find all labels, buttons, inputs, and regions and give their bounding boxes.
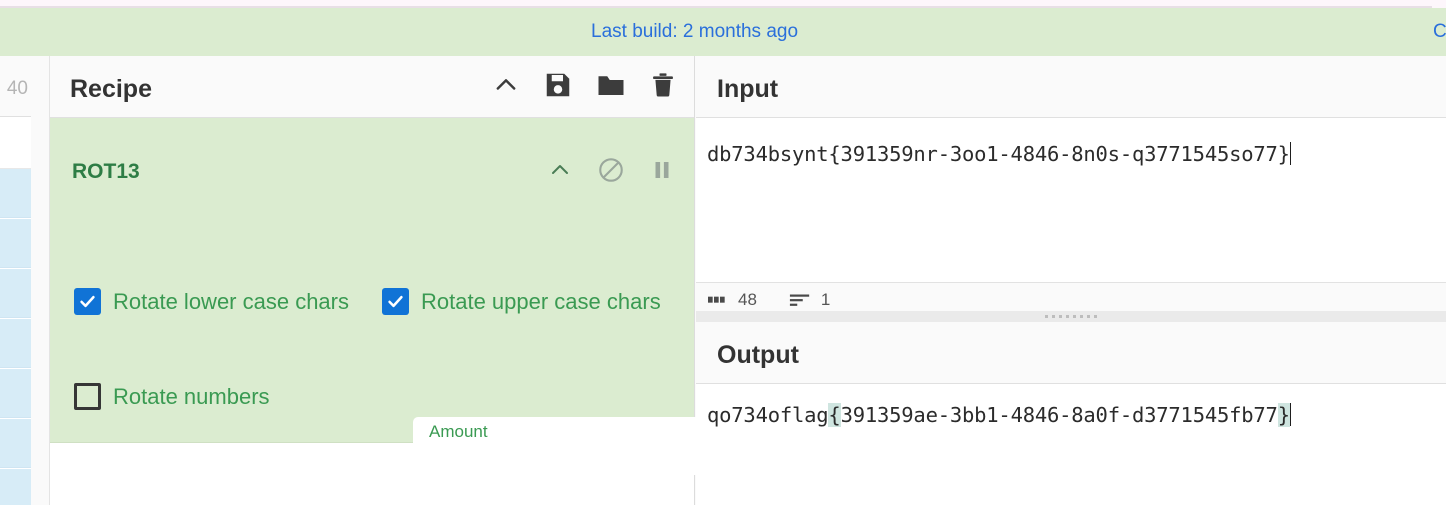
output-open-brace: { [828, 403, 841, 427]
cyberchef-app: Last build: 2 months ago C 40 Recipe ROT… [0, 0, 1446, 505]
operations-category-header[interactable] [0, 117, 31, 169]
arg-label: Rotate numbers [113, 383, 270, 409]
clear-trash-icon[interactable] [649, 71, 677, 99]
output-title: Output [717, 341, 799, 369]
amount-label: Amount [429, 422, 488, 441]
collapse-chevron-up-icon[interactable] [492, 71, 520, 99]
recipe-operation-rot13[interactable]: ROT13 Rotate lower case chars Rotate upp… [50, 118, 723, 475]
operations-list-item[interactable] [0, 319, 31, 368]
arg-rotate-upper-case[interactable]: Rotate upper case chars [382, 288, 661, 315]
input-lines-value: 1 [820, 290, 831, 309]
output-prefix: qo734oflag [707, 403, 829, 427]
page-top-strip [0, 0, 1446, 8]
disable-operation-icon[interactable] [597, 156, 625, 184]
checkbox-checked-icon[interactable] [74, 288, 101, 315]
breakpoint-pause-icon[interactable] [650, 158, 674, 182]
operations-list-item[interactable] [0, 219, 31, 268]
arg-label: Rotate upper case chars [421, 288, 661, 314]
operations-list-item[interactable] [0, 419, 31, 468]
input-value[interactable]: db734bsynt{391359nr-3oo1-4846-8n0s-q3771… [707, 142, 1290, 166]
recipe-panel: Recipe ROT13 Rotate lower case chars Rot… [49, 56, 723, 505]
output-close-brace: } [1277, 403, 1290, 427]
arg-label: Rotate lower case chars [113, 288, 349, 314]
abc-length-icon [708, 296, 725, 303]
output-header: Output [696, 322, 1446, 384]
operation-title: ROT13 [72, 160, 140, 183]
operations-list-item[interactable] [0, 469, 31, 505]
checkbox-unchecked-icon[interactable] [74, 383, 101, 410]
operation-collapse-icon[interactable] [548, 158, 572, 182]
input-editor[interactable]: db734bsynt{391359nr-3oo1-4846-8n0s-q3771… [696, 118, 1446, 282]
output-text[interactable]: qo734oflag{391359ae-3bb1-4846-8a0f-d3771… [707, 403, 1446, 427]
operations-list-item[interactable] [0, 369, 31, 418]
output-cursor [1289, 403, 1292, 426]
operation-toolbar [548, 156, 674, 184]
operations-scrollbar-track[interactable] [31, 56, 80, 505]
input-header: Input [696, 56, 1446, 118]
input-lines-stat: 1 [789, 290, 830, 310]
output-body: 391359ae-3bb1-4846-8a0f-d3771545fb77 [840, 403, 1278, 427]
input-length-value: 48 [738, 290, 757, 309]
last-build-link[interactable]: Last build: 2 months ago [591, 21, 798, 43]
load-folder-icon[interactable] [596, 70, 626, 100]
text-cursor [1289, 142, 1292, 165]
arg-rotate-numbers[interactable]: Rotate numbers [74, 383, 270, 410]
input-length-stat: 48 [708, 290, 757, 310]
operations-count: 40 [6, 78, 28, 99]
recipe-empty-area[interactable] [50, 444, 694, 505]
banner-right-link[interactable]: C [1433, 21, 1446, 43]
operations-list-item[interactable] [0, 269, 31, 318]
output-editor[interactable]: qo734oflag{391359ae-3bb1-4846-8a0f-d3771… [696, 384, 1446, 505]
lines-icon [789, 294, 810, 306]
save-icon[interactable] [543, 70, 573, 100]
input-title: Input [717, 75, 779, 103]
input-text[interactable]: db734bsynt{391359nr-3oo1-4846-8n0s-q3771… [707, 142, 1446, 166]
recipe-title: Recipe [70, 75, 152, 103]
build-banner: Last build: 2 months ago C [0, 8, 1446, 56]
io-panel: Input db734bsynt{391359nr-3oo1-4846-8n0s… [696, 56, 1446, 505]
operations-search-box[interactable]: 40 [0, 56, 31, 117]
operations-list-column: 40 [0, 56, 31, 505]
recipe-toolbar [492, 70, 677, 100]
recipe-header: Recipe [50, 56, 694, 118]
io-splitter-handle[interactable] [696, 311, 1446, 322]
checkbox-checked-icon[interactable] [382, 288, 409, 315]
arg-rotate-lower-case[interactable]: Rotate lower case chars [74, 288, 349, 315]
operations-list-item[interactable] [0, 169, 31, 218]
splitter-grip-dots [1045, 315, 1097, 318]
